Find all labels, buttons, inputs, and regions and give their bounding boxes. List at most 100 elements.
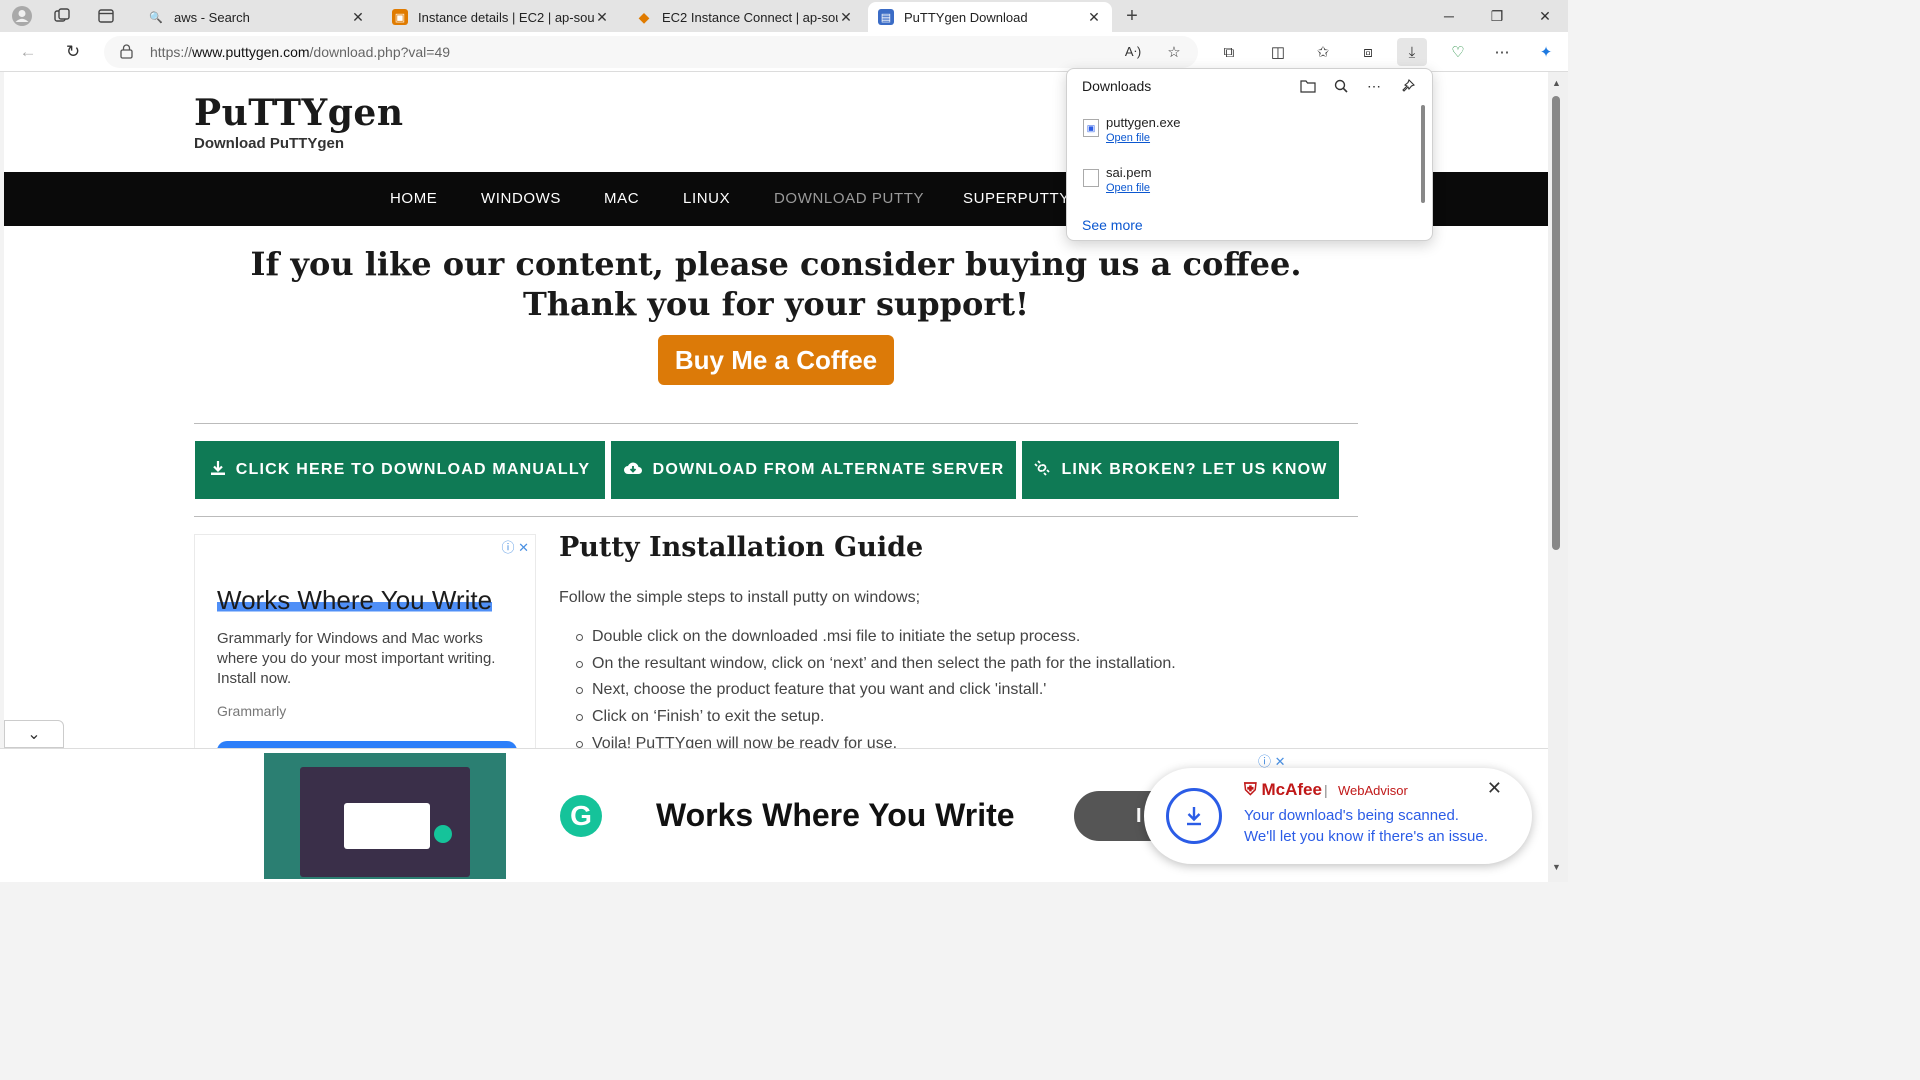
scrollbar-thumb[interactable] <box>1552 96 1560 550</box>
mcafee-brand-text: McAfee <box>1261 780 1322 799</box>
download-file-name: puttygen.exe <box>1106 115 1181 130</box>
file-icon <box>1083 169 1099 187</box>
tab-aws-search[interactable]: 🔍 aws - Search ✕ <box>138 2 376 32</box>
restore-icon[interactable]: ❐ <box>1474 0 1520 32</box>
close-window-icon[interactable]: ✕ <box>1522 0 1568 32</box>
mcafee-toast: ⛨ McAfee | WebAdvisor Your download's be… <box>1144 768 1532 864</box>
aws-cube-icon: ◆ <box>638 8 650 25</box>
download-item-sai-pem[interactable]: sai.pem Open file <box>1083 165 1413 205</box>
exe-file-icon: ▣ <box>1083 119 1099 137</box>
downloads-scrollbar[interactable] <box>1421 105 1425 203</box>
close-tab-icon[interactable]: ✕ <box>594 9 610 26</box>
open-folder-icon[interactable] <box>1297 75 1319 97</box>
ad-choices-icon[interactable]: ⓘ ✕ <box>501 537 529 556</box>
read-aloud-icon[interactable]: Aᐧ) <box>1118 38 1148 66</box>
download-item-puttygen[interactable]: ▣ puttygen.exe Open file <box>1083 115 1413 155</box>
minimize-icon[interactable]: ─ <box>1426 0 1472 32</box>
address-toolbar: ← ↻ https://www.puttygen.com/download.ph… <box>0 32 1568 72</box>
profile-icon[interactable] <box>8 2 36 30</box>
tab-puttygen[interactable]: ▤ PuTTYgen Download ✕ <box>868 2 1112 32</box>
mcafee-logo: ⛨ McAfee <box>1244 780 1322 800</box>
alternate-server-label: DOWNLOAD FROM ALTERNATE SERVER <box>652 461 1005 478</box>
nav-home[interactable]: HOME <box>390 190 437 207</box>
refresh-icon[interactable]: ↻ <box>59 38 87 66</box>
grammarly-side-ad[interactable]: ⓘ ✕ Works Where You Write Grammarly for … <box>194 534 536 748</box>
site-tagline: Download PuTTYgen <box>194 135 344 152</box>
close-toast-icon[interactable]: ✕ <box>1487 778 1502 799</box>
close-tab-icon[interactable]: ✕ <box>838 9 854 26</box>
downloads-title: Downloads <box>1082 78 1152 94</box>
divider <box>194 516 1358 517</box>
grammarly-badge-icon <box>434 825 452 843</box>
download-manually-button[interactable]: CLICK HERE TO DOWNLOAD MANUALLY <box>195 441 605 499</box>
new-tab-icon[interactable]: + <box>1118 2 1146 30</box>
link-broken-button[interactable]: LINK BROKEN? LET US KNOW <box>1022 441 1339 499</box>
search-icon[interactable] <box>1330 75 1352 97</box>
ad-screenshot-image[interactable] <box>264 753 506 879</box>
nav-download-putty[interactable]: DOWNLOAD PUTTY <box>774 190 924 207</box>
list-item: Next, choose the product feature that yo… <box>576 677 1176 704</box>
guide-intro: Follow the simple steps to install putty… <box>559 589 921 606</box>
url-path: /download.php?val=49 <box>309 44 451 60</box>
site-logo[interactable]: PuTTYgen <box>194 92 404 134</box>
see-more-link[interactable]: See more <box>1082 217 1143 233</box>
address-bar[interactable]: https://www.puttygen.com/download.php?va… <box>104 36 1198 68</box>
tab-instance-details[interactable]: ▣ Instance details | EC2 | ap-south- ✕ <box>382 2 620 32</box>
lock-icon[interactable] <box>120 44 133 62</box>
ad-cta-button[interactable] <box>217 741 517 748</box>
guide-steps-list: Double click on the downloaded .msi file… <box>576 624 1176 748</box>
favorites-icon[interactable]: ✩ <box>1308 38 1338 66</box>
nav-mac[interactable]: MAC <box>604 190 639 207</box>
collections-icon[interactable]: ⧈ <box>1353 38 1383 66</box>
ad-brand: Grammarly <box>217 703 287 719</box>
copilot-icon[interactable]: ✦ <box>1531 38 1561 66</box>
scroll-down-icon[interactable]: ▼ <box>1552 862 1561 872</box>
alternate-server-button[interactable]: DOWNLOAD FROM ALTERNATE SERVER <box>611 441 1016 499</box>
open-file-link[interactable]: Open file <box>1106 182 1150 194</box>
downloads-icon[interactable]: ⤓ <box>1397 38 1427 66</box>
url-scheme: https:// <box>150 44 193 60</box>
nav-superputty[interactable]: SUPERPUTTY <box>963 190 1070 207</box>
list-item: Click on ‘Finish’ to exit the setup. <box>576 704 1176 731</box>
workspaces-icon[interactable] <box>48 2 76 30</box>
buy-me-a-coffee-button[interactable]: Buy Me a Coffee <box>658 335 894 385</box>
grammarly-logo-icon[interactable]: G <box>560 795 602 837</box>
list-item: Voila! PuTTYgen will now be ready for us… <box>576 731 1176 748</box>
nav-windows[interactable]: WINDOWS <box>481 190 561 207</box>
page-scrollbar[interactable]: ▲ ▼ <box>1548 72 1568 882</box>
bottom-ad-title[interactable]: Works Where You Write <box>656 797 1015 834</box>
tab-title: PuTTYgen Download <box>904 9 1028 25</box>
headline-line-2: Thank you for your support! <box>522 285 1030 323</box>
url-domain: www.puttygen.com <box>192 44 310 60</box>
headline-line-1: If you like our content, please consider… <box>250 245 1302 283</box>
back-icon[interactable]: ← <box>14 38 42 66</box>
scroll-up-icon[interactable]: ▲ <box>1552 78 1561 88</box>
mcafee-message-line-1: Your download's being scanned. <box>1244 807 1459 824</box>
more-options-icon[interactable]: ⋯ <box>1363 75 1385 97</box>
download-manually-label: CLICK HERE TO DOWNLOAD MANUALLY <box>235 461 591 478</box>
extensions-icon[interactable]: ⧉ <box>1214 38 1244 66</box>
tab-title: Instance details | EC2 | ap-south- <box>418 9 594 25</box>
divider <box>194 423 1358 424</box>
list-item: Double click on the downloaded .msi file… <box>576 624 1176 651</box>
download-file-name: sai.pem <box>1106 165 1152 180</box>
downloads-panel: Downloads ⋯ ▣ puttygen.exe Open file sai… <box>1066 68 1433 241</box>
split-screen-icon[interactable]: ◫ <box>1263 38 1293 66</box>
close-tab-icon[interactable]: ✕ <box>350 9 366 26</box>
ad-title[interactable]: Works Where You Write <box>217 585 493 616</box>
list-item: On the resultant window, click on ‘next’… <box>576 651 1176 678</box>
open-file-link[interactable]: Open file <box>1106 132 1150 144</box>
mcafee-message-line-2: We'll let you know if there's an issue. <box>1244 828 1488 845</box>
favorite-star-icon[interactable]: ☆ <box>1159 38 1189 66</box>
browser-essentials-icon[interactable]: ♡ <box>1443 38 1473 66</box>
download-icon <box>210 460 226 481</box>
vertical-tabs-icon[interactable] <box>92 2 120 30</box>
more-menu-icon[interactable]: ⋯ <box>1487 38 1517 66</box>
pin-icon[interactable] <box>1397 75 1419 97</box>
collapse-ad-button[interactable]: ⌄ <box>4 720 64 748</box>
chevron-down-icon: ⌄ <box>27 726 41 743</box>
ad-description: Grammarly for Windows and Mac works wher… <box>217 630 496 687</box>
tab-ec2-connect[interactable]: ◆ EC2 Instance Connect | ap-south ✕ <box>626 2 864 32</box>
nav-linux[interactable]: LINUX <box>683 190 730 207</box>
close-tab-icon[interactable]: ✕ <box>1086 9 1102 26</box>
